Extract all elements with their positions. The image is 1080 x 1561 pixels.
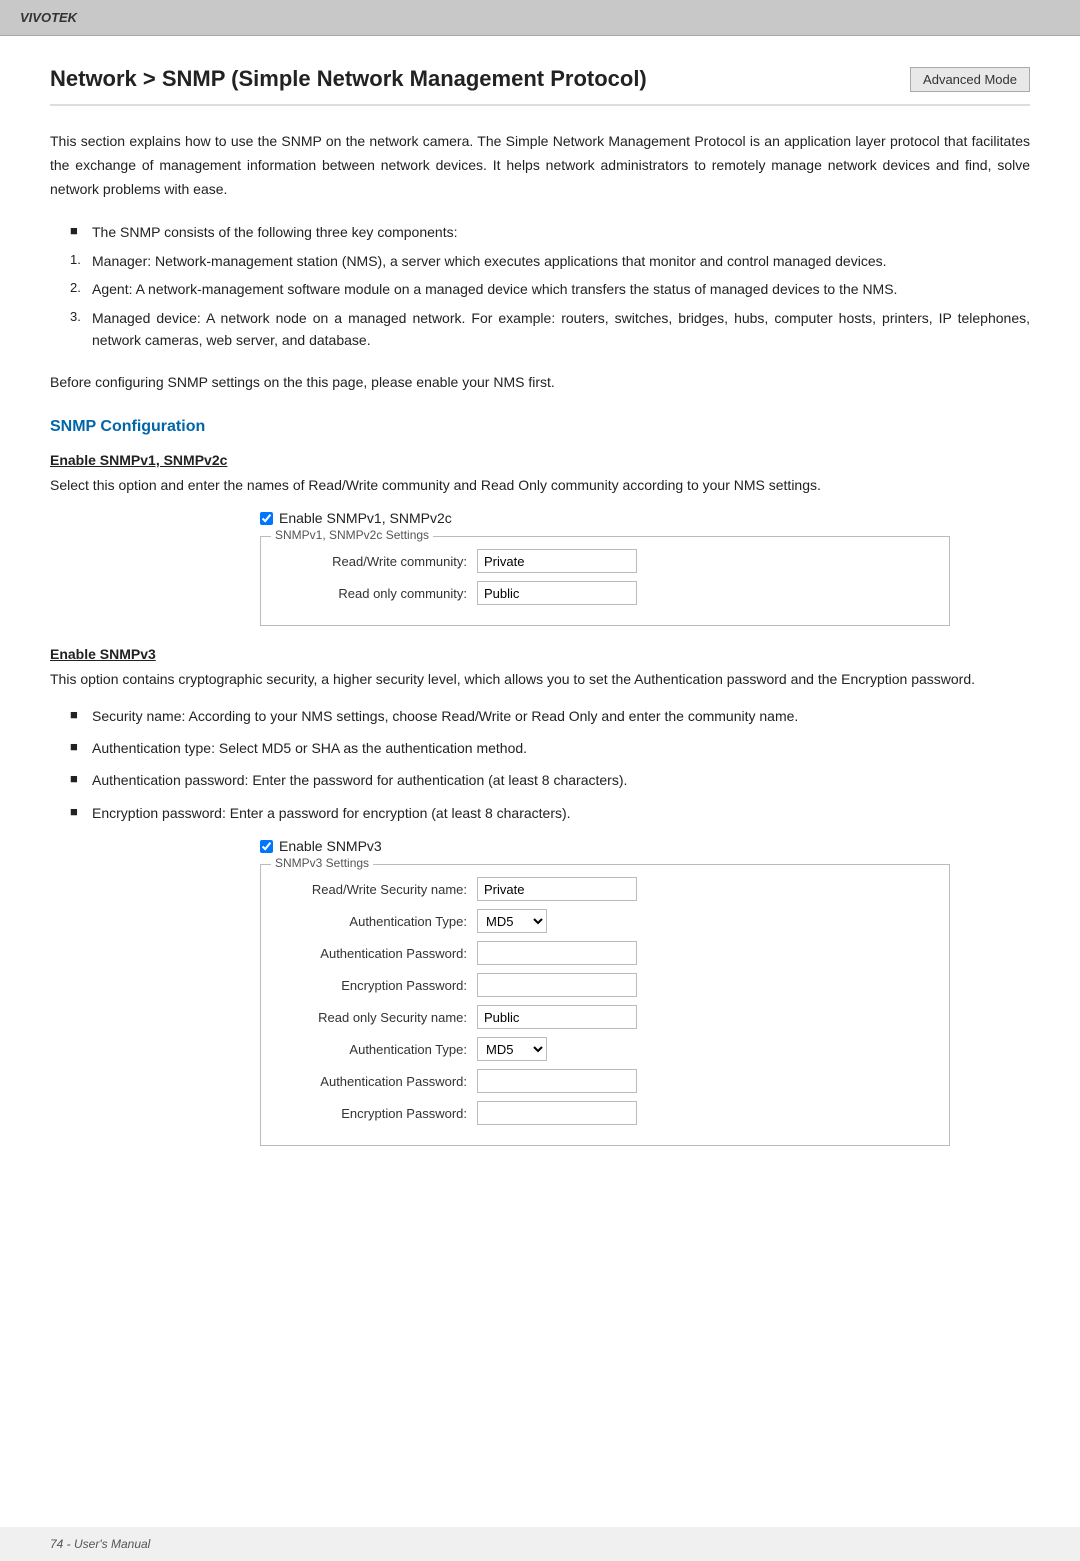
snmpv3-rw-security-input[interactable] — [477, 877, 637, 901]
snmpv1-rw-community-input[interactable] — [477, 549, 637, 573]
bullet-item-2: 2. Agent: A network-management software … — [70, 278, 1030, 300]
snmpv3-rw-auth-type-label: Authentication Type: — [277, 914, 477, 929]
bullet-square-icon: ■ — [70, 221, 92, 243]
snmpv3-rw-auth-type-row: Authentication Type: MD5 SHA — [277, 909, 933, 933]
snmpv1-section: Enable SNMPv1, SNMPv2c Select this optio… — [50, 452, 1030, 626]
snmpv3-ro-security-row: Read only Security name: — [277, 1005, 933, 1029]
snmpv3-bullet-text-4: Encryption password: Enter a password fo… — [92, 802, 1030, 824]
bullet-text-2: Agent: A network-management software mod… — [92, 278, 1030, 300]
snmpv3-ro-auth-type-select[interactable]: MD5 SHA — [477, 1037, 547, 1061]
snmpv1-rw-community-row: Read/Write community: — [277, 549, 933, 573]
before-config-text: Before configuring SNMP settings on the … — [50, 371, 1030, 393]
snmpv1-checkbox-row[interactable]: Enable SNMPv1, SNMPv2c — [260, 510, 1030, 526]
snmpv3-bullet-4: ■ Encryption password: Enter a password … — [70, 802, 1030, 824]
page-footer: 74 - User's Manual — [0, 1527, 1080, 1561]
snmpv3-bullet-1: ■ Security name: According to your NMS s… — [70, 705, 1030, 727]
snmpv3-rw-auth-pass-input[interactable] — [477, 941, 637, 965]
snmpv3-checkbox[interactable] — [260, 840, 273, 853]
snmpv3-bullet-icon-1: ■ — [70, 705, 92, 727]
snmpv1-checkbox-label: Enable SNMPv1, SNMPv2c — [279, 510, 452, 526]
snmpv3-settings-title: SNMPv3 Settings — [271, 856, 373, 870]
intro-description: This section explains how to use the SNM… — [50, 130, 1030, 201]
footer-text: 74 - User's Manual — [50, 1537, 150, 1551]
page-header: Network > SNMP (Simple Network Managemen… — [50, 66, 1030, 106]
advanced-mode-button[interactable]: Advanced Mode — [910, 67, 1030, 92]
snmpv3-rw-security-label: Read/Write Security name: — [277, 882, 477, 897]
snmpv3-bullet-icon-4: ■ — [70, 802, 92, 824]
bullet-text-3: Managed device: A network node on a mana… — [92, 307, 1030, 352]
snmpv3-bullets: ■ Security name: According to your NMS s… — [70, 705, 1030, 825]
snmpv3-rw-security-row: Read/Write Security name: — [277, 877, 933, 901]
snmpv3-bullet-3: ■ Authentication password: Enter the pas… — [70, 769, 1030, 791]
bullet-item-3: 3. Managed device: A network node on a m… — [70, 307, 1030, 352]
snmpv3-checkbox-row[interactable]: Enable SNMPv3 — [260, 838, 1030, 854]
snmpv1-ro-community-input[interactable] — [477, 581, 637, 605]
snmpv3-rw-auth-pass-row: Authentication Password: — [277, 941, 933, 965]
bullet-header-text: The SNMP consists of the following three… — [92, 221, 1030, 243]
snmpv3-ro-security-input[interactable] — [477, 1005, 637, 1029]
page-title: Network > SNMP (Simple Network Managemen… — [50, 66, 910, 92]
snmpv1-rw-community-label: Read/Write community: — [277, 554, 477, 569]
snmpv3-bullet-text-1: Security name: According to your NMS set… — [92, 705, 1030, 727]
snmpv3-ro-auth-type-label: Authentication Type: — [277, 1042, 477, 1057]
top-bar: VIVOTEK — [0, 0, 1080, 36]
brand-logo: VIVOTEK — [20, 10, 77, 25]
snmpv3-rw-auth-type-select[interactable]: MD5 SHA — [477, 909, 547, 933]
snmpv3-ro-enc-pass-label: Encryption Password: — [277, 1106, 477, 1121]
main-content: Network > SNMP (Simple Network Managemen… — [0, 36, 1080, 1527]
snmpv1-subsection-heading: Enable SNMPv1, SNMPv2c — [50, 452, 1030, 468]
bullet-item-1: 1. Manager: Network-management station (… — [70, 250, 1030, 272]
snmpv3-bullet-2: ■ Authentication type: Select MD5 or SHA… — [70, 737, 1030, 759]
snmpv3-ro-security-label: Read only Security name: — [277, 1010, 477, 1025]
bullet-num-3: 3. — [70, 307, 92, 352]
snmpv3-ro-auth-pass-row: Authentication Password: — [277, 1069, 933, 1093]
snmpv3-rw-enc-pass-input[interactable] — [477, 973, 637, 997]
snmp-components-list: ■ The SNMP consists of the following thr… — [70, 221, 1030, 351]
snmpv3-subsection-heading: Enable SNMPv3 — [50, 646, 1030, 662]
bullet-header-item: ■ The SNMP consists of the following thr… — [70, 221, 1030, 243]
snmpv3-rw-auth-pass-label: Authentication Password: — [277, 946, 477, 961]
snmpv3-description: This option contains cryptographic secur… — [50, 668, 1030, 690]
snmpv3-bullet-icon-2: ■ — [70, 737, 92, 759]
snmpv1-ro-community-row: Read only community: — [277, 581, 933, 605]
snmpv3-ro-enc-pass-input[interactable] — [477, 1101, 637, 1125]
snmpv3-checkbox-label: Enable SNMPv3 — [279, 838, 382, 854]
snmpv3-bullet-icon-3: ■ — [70, 769, 92, 791]
snmp-config-heading: SNMP Configuration — [50, 418, 1030, 436]
snmpv3-ro-auth-type-row: Authentication Type: MD5 SHA — [277, 1037, 933, 1061]
bullet-num-1: 1. — [70, 250, 92, 272]
snmpv1-checkbox[interactable] — [260, 512, 273, 525]
snmpv1-settings-box: SNMPv1, SNMPv2c Settings Read/Write comm… — [260, 536, 950, 626]
snmpv3-ro-enc-pass-row: Encryption Password: — [277, 1101, 933, 1125]
snmpv3-bullet-text-3: Authentication password: Enter the passw… — [92, 769, 1030, 791]
snmpv1-settings-title: SNMPv1, SNMPv2c Settings — [271, 528, 433, 542]
snmpv3-settings-box: SNMPv3 Settings Read/Write Security name… — [260, 864, 950, 1146]
snmpv1-ro-community-label: Read only community: — [277, 586, 477, 601]
snmpv3-ro-auth-pass-label: Authentication Password: — [277, 1074, 477, 1089]
snmpv3-section: Enable SNMPv3 This option contains crypt… — [50, 646, 1030, 1146]
snmpv3-ro-auth-pass-input[interactable] — [477, 1069, 637, 1093]
snmpv3-bullet-text-2: Authentication type: Select MD5 or SHA a… — [92, 737, 1030, 759]
snmpv3-rw-enc-pass-label: Encryption Password: — [277, 978, 477, 993]
snmpv1-description: Select this option and enter the names o… — [50, 474, 1030, 496]
bullet-num-2: 2. — [70, 278, 92, 300]
page-title-text: Network > SNMP (Simple Network Managemen… — [50, 66, 647, 91]
bullet-text-1: Manager: Network-management station (NMS… — [92, 250, 1030, 272]
snmpv3-rw-enc-pass-row: Encryption Password: — [277, 973, 933, 997]
